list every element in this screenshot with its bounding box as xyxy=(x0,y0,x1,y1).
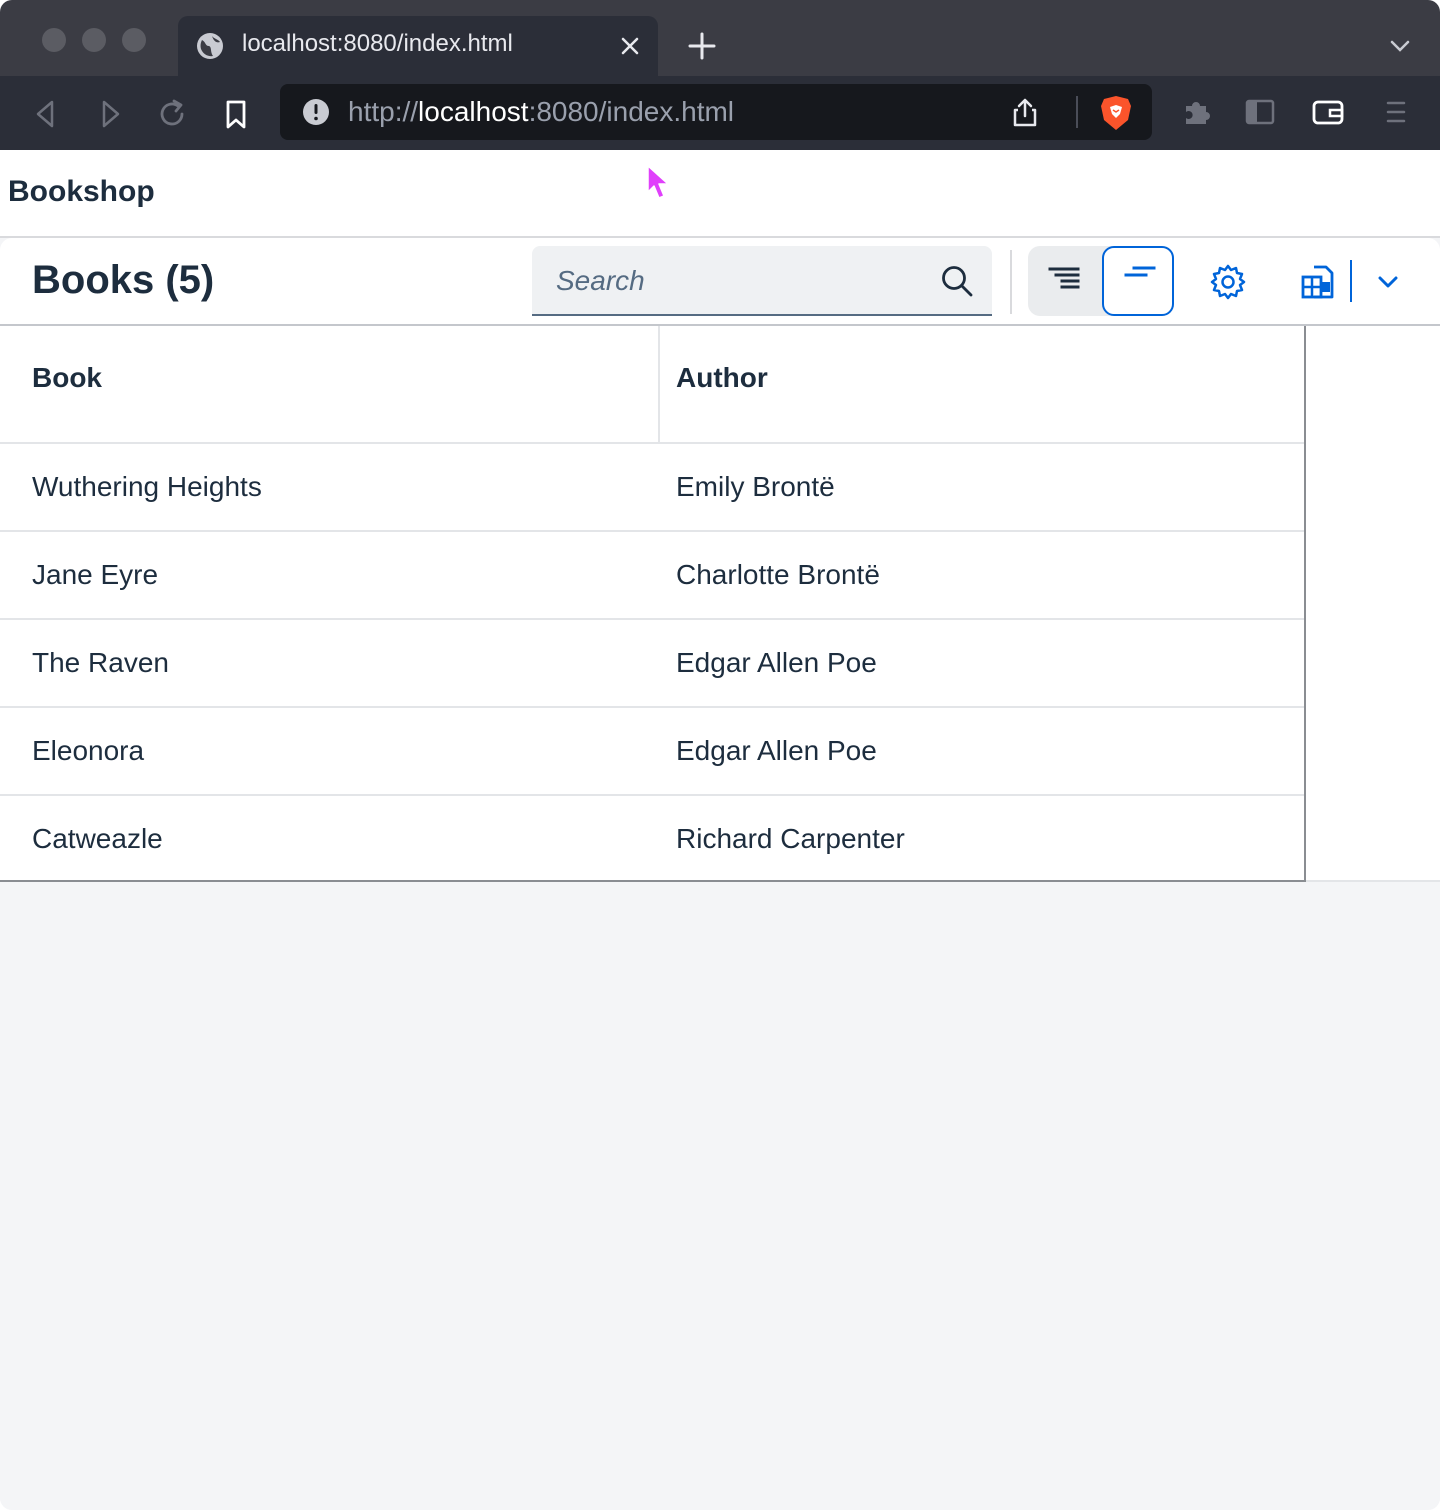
window-close-button[interactable] xyxy=(42,28,66,52)
search-icon[interactable] xyxy=(940,264,974,298)
author-cell: Emily Brontë xyxy=(676,471,835,502)
books-table: Book Author Wuthering Heights Emily Bron… xyxy=(0,326,1306,882)
column-header-book[interactable]: Book xyxy=(0,326,660,442)
author-cell: Charlotte Brontë xyxy=(676,559,880,590)
search-input[interactable] xyxy=(554,260,938,302)
collapse-icon xyxy=(1124,266,1156,277)
export-spreadsheet-icon xyxy=(1301,265,1334,299)
globe-icon xyxy=(197,33,223,59)
site-info-icon[interactable] xyxy=(302,98,330,126)
export-divider xyxy=(1350,260,1352,302)
table-toolbar: Books (5) xyxy=(0,238,1440,326)
export-button[interactable] xyxy=(1290,250,1350,312)
brave-shields-icon[interactable] xyxy=(1098,94,1134,132)
table-header-row: Book Author xyxy=(0,326,1304,444)
table-title: Books (5) xyxy=(32,258,215,302)
table-row[interactable]: Eleonora Edgar Allen Poe xyxy=(0,708,1304,796)
books-panel: Books (5) Search Book Author Wuthering H… xyxy=(0,238,1440,882)
align-right-icon xyxy=(1048,267,1080,289)
book-cell: Wuthering Heights xyxy=(32,471,262,502)
table-filler xyxy=(1306,326,1440,882)
close-icon[interactable] xyxy=(616,32,644,60)
book-cell: Eleonora xyxy=(32,735,145,766)
forward-icon[interactable] xyxy=(92,96,128,132)
app-title[interactable]: Bookshop xyxy=(8,175,155,209)
gear-icon xyxy=(1210,264,1246,300)
back-icon[interactable] xyxy=(28,96,64,132)
compact-button[interactable] xyxy=(1102,246,1174,316)
export-menu-button[interactable] xyxy=(1364,250,1412,312)
url-scheme: http:// xyxy=(348,96,419,127)
url-path: :8080/index.html xyxy=(528,96,735,127)
column-header-author[interactable]: Author xyxy=(660,326,1304,442)
menu-icon[interactable] xyxy=(1378,94,1414,130)
book-cell: The Raven xyxy=(32,647,169,678)
density-toggle xyxy=(1028,246,1174,316)
sidebar-icon[interactable] xyxy=(1242,94,1278,130)
bookmark-icon[interactable] xyxy=(218,96,254,132)
extensions-icon[interactable] xyxy=(1178,94,1214,130)
author-cell: Richard Carpenter xyxy=(676,823,905,854)
table-row[interactable]: The Raven Edgar Allen Poe xyxy=(0,620,1304,708)
mouse-cursor-icon xyxy=(647,165,669,199)
wallet-icon[interactable] xyxy=(1310,94,1346,130)
chevron-down-icon xyxy=(1378,276,1398,288)
shell-bar: Bookshop xyxy=(0,150,1440,238)
tab-localhost[interactable]: localhost:8080/index.html xyxy=(178,16,658,76)
book-cell: Catweazle xyxy=(32,823,163,854)
browser-window: localhost:8080/index.html http://localho… xyxy=(0,0,1440,1510)
url-text[interactable]: http://localhost:8080/index.html xyxy=(348,96,734,128)
toolbar-separator xyxy=(1010,250,1012,314)
window-minimize-button[interactable] xyxy=(82,28,106,52)
author-cell: Edgar Allen Poe xyxy=(676,735,877,766)
table-row[interactable]: Wuthering Heights Emily Brontë xyxy=(0,444,1304,532)
share-icon[interactable] xyxy=(1010,96,1040,128)
book-cell: Jane Eyre xyxy=(32,559,159,590)
search-field[interactable] xyxy=(532,246,992,316)
table-row[interactable]: Jane Eyre Charlotte Brontë xyxy=(0,532,1304,620)
tab-strip: localhost:8080/index.html xyxy=(0,0,1440,76)
full-width-button[interactable] xyxy=(1028,246,1100,316)
browser-toolbar: http://localhost:8080/index.html xyxy=(0,76,1440,150)
address-bar[interactable]: http://localhost:8080/index.html xyxy=(280,84,1152,140)
window-zoom-button[interactable] xyxy=(122,28,146,52)
chevron-down-icon[interactable] xyxy=(1386,34,1414,58)
tab-title: localhost:8080/index.html xyxy=(242,30,513,57)
address-bar-divider xyxy=(1076,96,1078,128)
new-tab-icon[interactable] xyxy=(686,30,718,62)
reload-icon[interactable] xyxy=(154,96,190,132)
page-content: Bookshop Books (5) Search Book Author Wu… xyxy=(0,150,1440,1510)
author-cell: Edgar Allen Poe xyxy=(676,647,877,678)
table-row[interactable]: Catweazle Richard Carpenter xyxy=(0,796,1304,882)
url-host: localhost xyxy=(418,96,529,127)
settings-button[interactable] xyxy=(1200,250,1256,312)
